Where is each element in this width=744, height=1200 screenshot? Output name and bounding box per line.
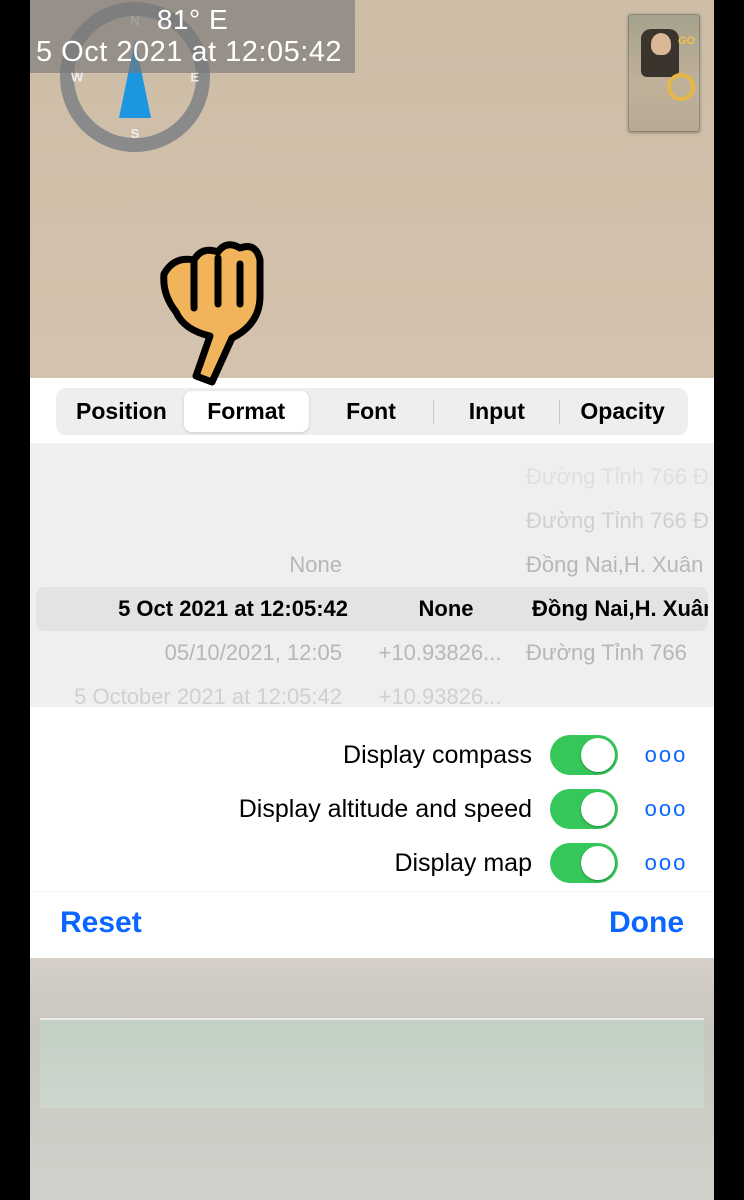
picker-col-coord: None	[366, 596, 526, 622]
format-picker[interactable]: Đường Tỉnh 766 Đ. Đường Tỉnh 766 Đ None …	[30, 443, 714, 707]
picker-row[interactable]: Đường Tỉnh 766 Đ	[30, 499, 714, 543]
pointer-hand-icon	[128, 238, 288, 398]
picker-row-selected[interactable]: 5 Oct 2021 at 12:05:42 None Đồng Nai,H. …	[36, 587, 708, 631]
toggle-row-altitude-speed: Display altitude and speed ooo	[48, 789, 696, 829]
picker-col-date: None	[30, 552, 360, 578]
bearing-text: 81° E	[36, 4, 349, 36]
picker-col-address: Đường Tỉnh 766 Đ.	[520, 464, 714, 490]
tab-opacity[interactable]: Opacity	[560, 391, 685, 432]
switch-knob	[581, 846, 615, 880]
picker-col-coord: +10.93826...	[360, 640, 520, 666]
picker-col-date: 5 October 2021 at 12:05:42	[30, 684, 360, 707]
done-button[interactable]: Done	[609, 906, 684, 940]
settings-sheet: Position Format Font Input Opacity Đường…	[30, 378, 714, 958]
tab-font[interactable]: Font	[309, 391, 434, 432]
switch-knob	[581, 792, 615, 826]
toggle-row-compass: Display compass ooo	[48, 735, 696, 775]
toggle-switch-compass[interactable]	[550, 735, 618, 775]
background-table	[40, 1018, 704, 1108]
toggle-row-map: Display map ooo	[48, 843, 696, 883]
picker-row[interactable]: 05/10/2021, 12:05 +10.93826... Đường Tỉn…	[30, 631, 714, 675]
reset-button[interactable]: Reset	[60, 906, 142, 940]
thumbnail-ring-icon	[667, 73, 695, 101]
toggle-label: Display altitude and speed	[239, 795, 532, 824]
toggle-switch-map[interactable]	[550, 843, 618, 883]
picker-col-date: 5 Oct 2021 at 12:05:42	[36, 596, 366, 622]
thumbnail-face	[651, 33, 671, 55]
picker-row[interactable]: 5 October 2021 at 12:05:42 +10.93826...	[30, 675, 714, 707]
toggle-label: Display map	[394, 849, 532, 878]
photo-caption-overlay: 81° E 5 Oct 2021 at 12:05:42	[30, 0, 355, 73]
toggle-options-compass[interactable]: ooo	[636, 742, 696, 768]
thumbnail-badge: GO	[678, 35, 695, 47]
compass-s-label: S	[131, 126, 140, 141]
picker-row[interactable]: None Đồng Nai,H. Xuân	[30, 543, 714, 587]
photo-thumbnail[interactable]: GO	[628, 14, 700, 132]
sheet-footer: Reset Done	[30, 891, 714, 958]
display-toggles: Display compass ooo Display altitude and…	[30, 707, 714, 891]
toggle-options-altitude-speed[interactable]: ooo	[636, 796, 696, 822]
picker-col-address: Đường Tỉnh 766 Đ	[520, 508, 714, 534]
picker-col-address: Đường Tỉnh 766	[520, 640, 714, 666]
tab-input[interactable]: Input	[434, 391, 559, 432]
toggle-switch-altitude-speed[interactable]	[550, 789, 618, 829]
app-screen: N S E W 81° E 5 Oct 2021 at 12:05:42 GO	[30, 0, 714, 1200]
picker-col-coord: +10.93826...	[360, 684, 520, 707]
picker-col-address: Đồng Nai,H. Xuân	[520, 552, 714, 578]
toggle-options-map[interactable]: ooo	[636, 850, 696, 876]
picker-col-date: 05/10/2021, 12:05	[30, 640, 360, 666]
toggle-label: Display compass	[343, 741, 532, 770]
background-lower	[30, 958, 714, 1200]
switch-knob	[581, 738, 615, 772]
timestamp-text: 5 Oct 2021 at 12:05:42	[36, 36, 349, 69]
picker-row[interactable]: Đường Tỉnh 766 Đ.	[30, 455, 714, 499]
picker-col-address: Đồng Nai,H. Xuân	[526, 596, 708, 622]
